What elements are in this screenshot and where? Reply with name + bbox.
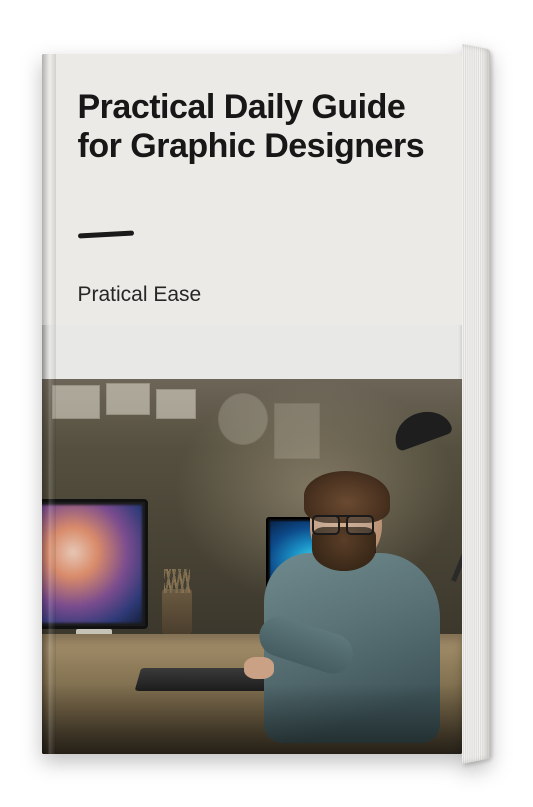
left-monitor	[42, 499, 148, 629]
pencil-cup	[162, 589, 192, 635]
wall-sketch	[274, 403, 320, 459]
figure-hand	[244, 657, 274, 679]
desk-lamp-head	[388, 403, 453, 451]
wall-sketch	[52, 385, 100, 419]
left-monitor-screen	[42, 505, 142, 623]
cover-photo	[42, 379, 462, 754]
wall-sketch	[156, 389, 196, 419]
book-front-cover: Practical Daily Guide for Graphic Design…	[42, 54, 462, 754]
book-author: Pratical Ease	[78, 283, 432, 307]
book-pages-edge	[462, 44, 490, 764]
cover-header-area: Practical Daily Guide for Graphic Design…	[42, 54, 462, 325]
book-title: Practical Daily Guide for Graphic Design…	[78, 88, 432, 166]
desk-lamp-arm	[451, 440, 462, 581]
wall-sketch	[218, 393, 268, 445]
book-mockup: Practical Daily Guide for Graphic Design…	[42, 44, 492, 764]
designer-figure	[250, 475, 440, 745]
wall-sketch	[106, 383, 150, 415]
figure-glasses	[312, 515, 374, 531]
divider-dash	[77, 230, 133, 238]
